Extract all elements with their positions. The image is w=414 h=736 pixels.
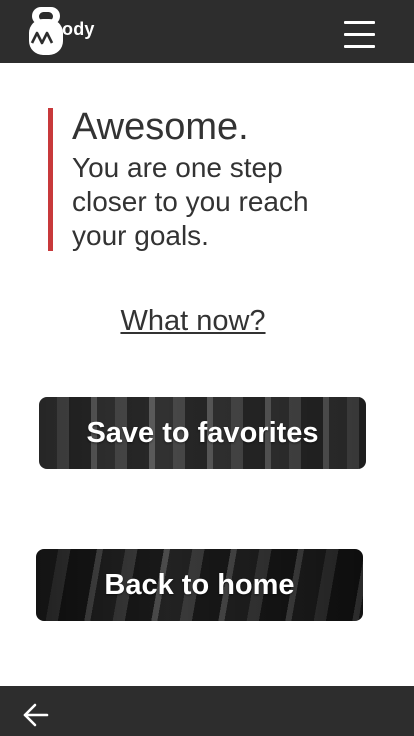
- page-subtitle: You are one step closer to you reach you…: [72, 152, 309, 251]
- back-to-home-label: Back to home: [104, 568, 295, 601]
- what-now-link[interactable]: What now?: [0, 303, 386, 339]
- page-title: Awesome.: [72, 106, 249, 148]
- accent-bar: [48, 108, 53, 251]
- save-to-favorites-label: Save to favorites: [86, 416, 319, 449]
- confirmation-heading: Awesome. You are one step closer to you …: [48, 106, 368, 251]
- menu-button[interactable]: [344, 19, 376, 49]
- top-app-bar: ody: [0, 0, 414, 63]
- arrow-left-icon[interactable]: [22, 702, 50, 728]
- logo-text: ody: [62, 19, 95, 39]
- back-to-home-button[interactable]: Back to home: [36, 549, 363, 621]
- bottom-nav-bar: [0, 686, 414, 736]
- save-to-favorites-button[interactable]: Save to favorites: [39, 397, 366, 469]
